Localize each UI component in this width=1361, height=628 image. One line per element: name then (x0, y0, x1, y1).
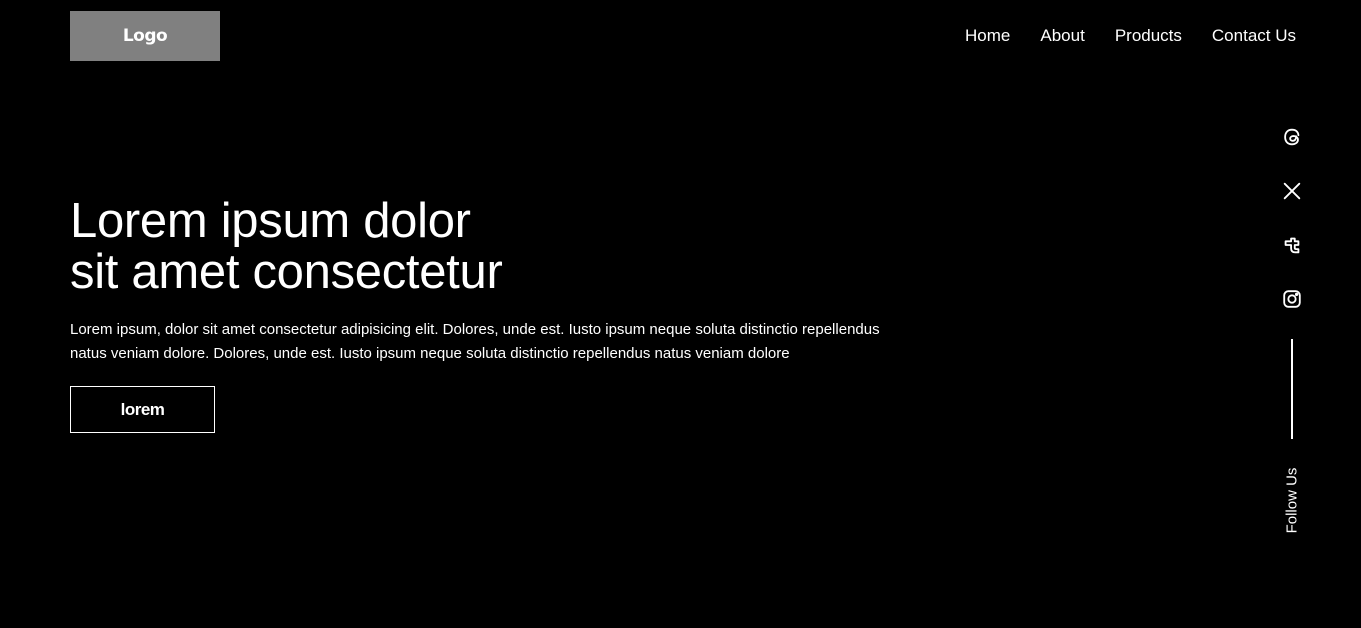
nav-home[interactable]: Home (965, 24, 1010, 48)
social-sidebar: Follow Us (1272, 125, 1312, 533)
logo-text: Logo (122, 26, 168, 46)
landing-page: Logo Home About Products Contact Us Lore… (0, 0, 1361, 628)
hero-cta-button[interactable]: lorem (70, 386, 215, 433)
hero-title: Lorem ipsum dolor sit amet consectetur (70, 196, 910, 298)
hero-description: Lorem ipsum, dolor sit amet consectetur … (70, 321, 880, 362)
nav-about[interactable]: About (1040, 24, 1084, 48)
nav-contact-us[interactable]: Contact Us (1212, 24, 1296, 48)
instagram-icon[interactable] (1280, 287, 1304, 311)
x-icon[interactable] (1280, 179, 1304, 203)
nav-products[interactable]: Products (1115, 24, 1182, 48)
tumblr-icon[interactable] (1280, 233, 1304, 257)
follow-divider-line (1291, 339, 1293, 439)
logo[interactable]: Logo (70, 11, 220, 61)
hero-title-line-1: Lorem ipsum dolor (70, 194, 471, 248)
follow-us-label: Follow Us (1280, 465, 1304, 535)
threads-icon[interactable] (1280, 125, 1304, 149)
hero-title-line-2: sit amet consectetur (70, 245, 503, 299)
hero-section: Lorem ipsum dolor sit amet consectetur L… (70, 196, 910, 433)
follow-us-text: Follow Us (1283, 467, 1301, 533)
main-nav: Home About Products Contact Us (965, 24, 1296, 48)
